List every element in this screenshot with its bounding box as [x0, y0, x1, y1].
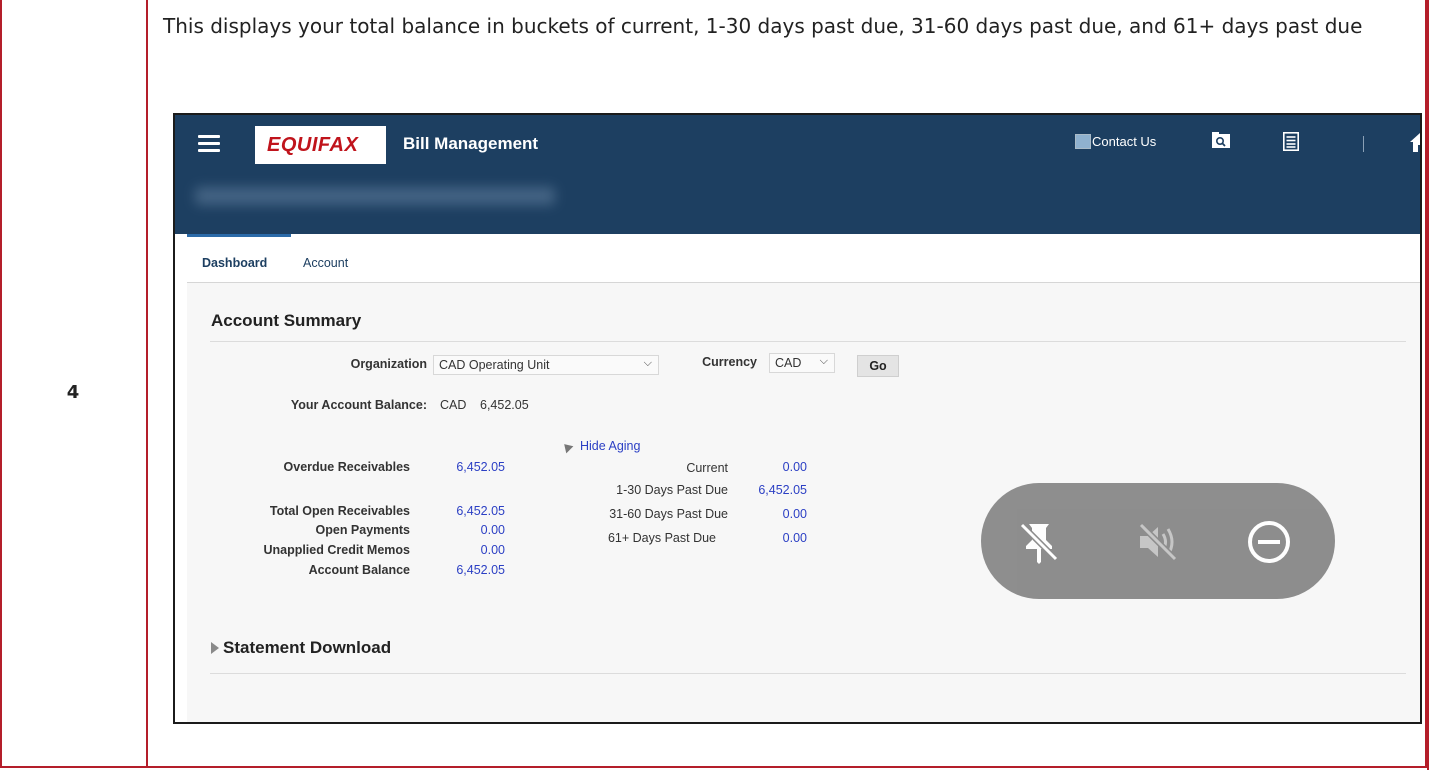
aging-value[interactable]: 0.00 [747, 460, 807, 474]
aging-value[interactable]: 0.00 [747, 507, 807, 521]
active-tab-indicator [187, 234, 291, 237]
app-header: EQUIFAX Bill Management Contact Us [175, 115, 1420, 234]
receivable-value[interactable]: 6,452.05 [437, 504, 505, 518]
step-number: 4 [66, 382, 80, 403]
aging-value[interactable]: 0.00 [747, 531, 807, 545]
media-control-overlay [981, 483, 1335, 599]
aging-label: Current [686, 461, 728, 475]
table-right-border [1427, 0, 1429, 770]
currency-select[interactable]: CAD ⌵ [769, 353, 835, 373]
tab-dashboard[interactable]: Dashboard [202, 256, 267, 270]
hide-aging-label: Hide Aging [580, 439, 641, 453]
home-icon[interactable] [1409, 131, 1422, 153]
balance-label: Your Account Balance: [290, 398, 427, 412]
go-button[interactable]: Go [857, 355, 899, 377]
minus-circle-icon[interactable] [1243, 516, 1295, 568]
logo-text: EQUIFAX [267, 134, 359, 156]
instruction-text: This displays your total balance in buck… [163, 14, 1363, 38]
aging-label: 1-30 Days Past Due [616, 483, 728, 497]
aging-value[interactable]: 6,452.05 [737, 483, 807, 497]
section-divider [210, 341, 1406, 342]
receivable-value[interactable]: 6,452.05 [437, 563, 505, 577]
receivable-label: Total Open Receivables [269, 504, 410, 518]
currency-value: CAD [775, 356, 802, 370]
screenshot-frame: EQUIFAX Bill Management Contact Us Dashb… [173, 113, 1422, 724]
header-separator [1363, 136, 1364, 152]
receivable-label: Unapplied Credit Memos [263, 543, 410, 557]
contact-image-icon [1075, 134, 1091, 149]
receivable-label: Overdue Receivables [283, 460, 410, 474]
collapse-triangle-icon [560, 440, 574, 454]
organization-label: Organization [350, 357, 427, 371]
section-divider [210, 673, 1406, 674]
hide-aging-link[interactable]: Hide Aging [560, 439, 641, 454]
balance-currency: CAD [440, 398, 467, 412]
blurred-account-name [195, 187, 555, 205]
account-summary-title: Account Summary [211, 311, 362, 330]
receivable-value[interactable]: 6,452.05 [437, 460, 505, 474]
chevron-down-icon: ⌵ [643, 357, 652, 369]
mute-icon[interactable] [1132, 516, 1184, 568]
list-icon[interactable] [1283, 132, 1299, 151]
balance-value: 6,452.05 [480, 398, 529, 412]
app-title: Bill Management [403, 134, 539, 153]
column-divider [146, 0, 148, 768]
contact-us-label: Contact Us [1092, 134, 1157, 149]
unpin-icon[interactable] [1013, 516, 1065, 568]
currency-label: Currency [702, 355, 757, 369]
receivable-value[interactable]: 0.00 [437, 523, 505, 537]
menu-icon[interactable] [198, 135, 220, 153]
organization-select[interactable]: CAD Operating Unit ⌵ [433, 355, 659, 375]
chevron-down-icon: ⌵ [819, 355, 828, 367]
statement-download-heading[interactable]: Statement Download [223, 638, 391, 658]
receivable-label: Open Payments [315, 523, 410, 537]
equifax-logo[interactable]: EQUIFAX [255, 126, 386, 164]
aging-label: 61+ Days Past Due [607, 531, 716, 545]
aging-label: 31-60 Days Past Due [609, 507, 728, 521]
tab-account[interactable]: Account [303, 256, 348, 270]
organization-value: CAD Operating Unit [439, 358, 550, 372]
receivable-value[interactable]: 0.00 [437, 543, 505, 557]
expand-triangle-icon[interactable] [211, 642, 219, 654]
contact-us-link[interactable]: Contact Us [1075, 134, 1156, 149]
search-folder-icon[interactable] [1212, 132, 1230, 148]
tab-bar: Dashboard Account [187, 234, 1420, 283]
receivable-label: Account Balance [308, 563, 410, 577]
